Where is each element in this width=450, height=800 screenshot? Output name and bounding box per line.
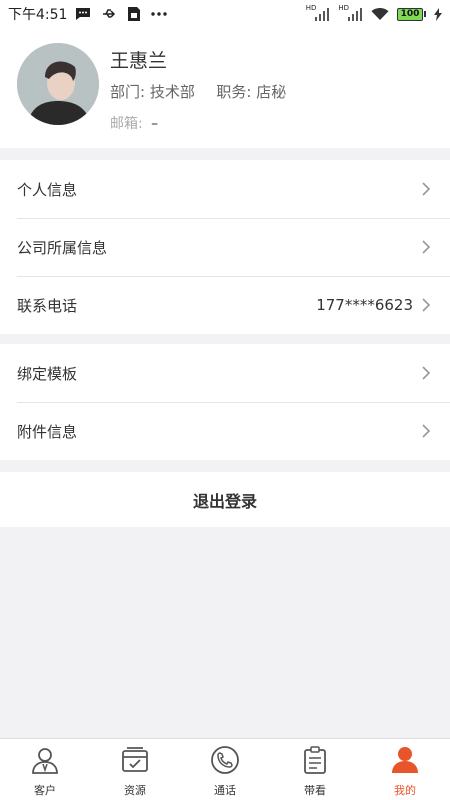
position-value: 店秘 — [256, 83, 287, 101]
tab-viewing[interactable]: 带看 — [270, 739, 360, 800]
usb-icon — [101, 7, 117, 21]
resource-icon — [120, 745, 150, 775]
row-bind-template[interactable]: 绑定模板 — [0, 344, 450, 402]
position-label: 职务: — [216, 83, 252, 101]
row-phone[interactable]: 联系电话 177****6623 — [0, 276, 450, 334]
wifi-icon — [371, 7, 389, 21]
signal-icon-1: HD — [305, 3, 331, 21]
chevron-right-icon — [419, 298, 433, 312]
battery-icon: 100 — [397, 7, 426, 21]
status-bar: 下午4:51 HD HD 100 — [0, 0, 450, 28]
charging-icon — [434, 7, 442, 21]
row-attachments[interactable]: 附件信息 — [0, 402, 450, 460]
email-value: – — [151, 116, 159, 132]
settings-list-group: 绑定模板 附件信息 — [0, 344, 450, 460]
row-label: 个人信息 — [17, 180, 78, 199]
info-list-group: 个人信息 公司所属信息 联系电话 177****6623 — [0, 160, 450, 334]
clipboard-icon — [300, 745, 330, 775]
hd-label: HD — [338, 3, 349, 12]
email-line: 邮箱: – — [110, 113, 158, 133]
message-icon — [75, 7, 91, 21]
department-value: 技术部 — [149, 83, 195, 101]
tab-label: 客户 — [34, 784, 56, 797]
tab-mine[interactable]: 我的 — [360, 739, 450, 800]
tab-customer[interactable]: 客户 — [0, 739, 90, 800]
avatar[interactable] — [17, 43, 99, 125]
chevron-right-icon — [419, 240, 433, 254]
department-label: 部门: — [110, 83, 146, 101]
signal-icon-2: HD — [338, 3, 363, 21]
phone-icon — [210, 745, 240, 775]
row-label: 联系电话 — [17, 296, 78, 315]
row-label: 附件信息 — [17, 422, 78, 441]
department-position-line: 部门: 技术部 职务: 店秘 — [110, 81, 286, 102]
phone-value: 177****6623 — [316, 296, 413, 314]
row-personal-info[interactable]: 个人信息 — [0, 160, 450, 218]
row-company-info[interactable]: 公司所属信息 — [0, 218, 450, 276]
email-label: 邮箱: — [110, 116, 143, 132]
profile-header: 王惠兰 部门: 技术部 职务: 店秘 邮箱: – — [0, 28, 450, 148]
sim-icon — [127, 6, 141, 22]
more-dots-icon — [151, 12, 168, 16]
profile-icon — [390, 745, 420, 775]
tab-call[interactable]: 通话 — [180, 739, 270, 800]
tab-label: 我的 — [394, 784, 416, 797]
user-name: 王惠兰 — [110, 50, 168, 72]
bottom-tab-bar: 客户 资源 通话 带看 我的 — [0, 738, 450, 800]
customer-icon — [30, 745, 60, 775]
row-label: 公司所属信息 — [17, 238, 108, 257]
hd-label: HD — [305, 3, 317, 12]
battery-level: 100 — [397, 7, 423, 21]
chevron-right-icon — [419, 182, 433, 196]
tab-label: 带看 — [304, 784, 326, 797]
chevron-right-icon — [419, 424, 433, 438]
tab-resource[interactable]: 资源 — [90, 739, 180, 800]
row-label: 绑定模板 — [17, 364, 78, 383]
logout-button[interactable]: 退出登录 — [0, 472, 450, 527]
status-time: 下午4:51 — [8, 7, 68, 23]
tab-label: 资源 — [124, 784, 146, 797]
chevron-right-icon — [419, 366, 433, 380]
tab-label: 通话 — [214, 784, 236, 797]
